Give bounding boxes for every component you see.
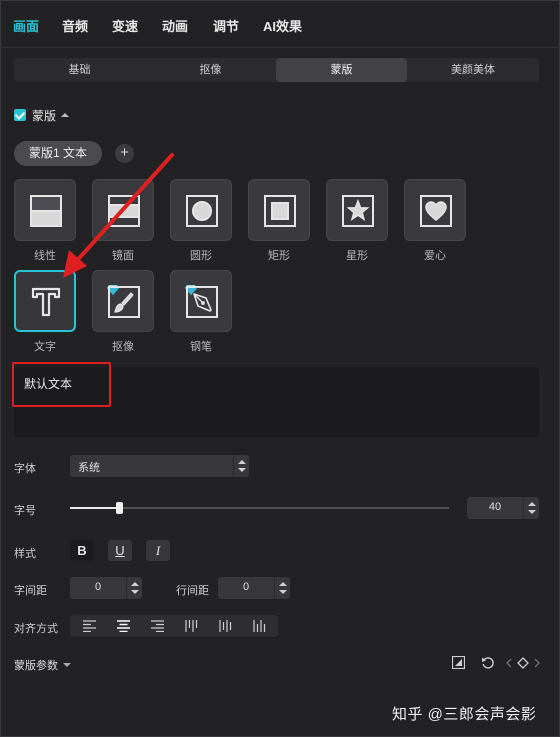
vertical-center-icon <box>219 620 232 632</box>
star-mask-icon <box>342 195 374 227</box>
tab-adjust[interactable]: 调节 <box>213 16 239 35</box>
watermark: 知乎 @三郎会声会影 <box>392 706 537 723</box>
shape-heart-button[interactable] <box>404 179 466 241</box>
chevron-down-icon <box>238 468 246 472</box>
vertical-bottom-button[interactable] <box>242 615 276 637</box>
shape-rectangle-label: 矩形 <box>268 250 290 262</box>
mask-section-label: 蒙版 <box>32 108 57 123</box>
style-label: 样式 <box>14 548 36 560</box>
brush-mask-icon <box>108 286 140 318</box>
vertical-bottom-icon <box>253 620 266 632</box>
bold-button[interactable]: B <box>70 540 94 561</box>
tab-speed[interactable]: 变速 <box>112 16 138 35</box>
alignment-label: 对齐方式 <box>14 623 58 635</box>
sub-tab-bar: 基础 抠像 蒙版 美颜美体 <box>14 58 539 82</box>
chevron-down-icon <box>131 590 139 594</box>
vertical-center-button[interactable] <box>208 615 242 637</box>
mask-checkbox[interactable] <box>14 109 26 121</box>
char-spacing-label: 字间距 <box>14 585 47 597</box>
font-stepper[interactable] <box>233 455 249 477</box>
top-tab-bar: 画面 音频 变速 动画 调节 AI效果 <box>0 0 560 48</box>
tab-picture[interactable]: 画面 <box>13 16 39 35</box>
vertical-top-button[interactable] <box>174 615 208 637</box>
subtab-mask[interactable]: 蒙版 <box>276 58 407 82</box>
font-select-value: 系统 <box>78 462 100 474</box>
circle-mask-icon <box>186 195 218 227</box>
char-spacing-stepper[interactable] <box>126 577 142 599</box>
size-slider-fill <box>70 507 120 509</box>
size-label: 字号 <box>14 505 36 517</box>
mask-params-label: 蒙版参数 <box>14 660 58 672</box>
char-spacing-input[interactable]: 0 <box>70 577 142 599</box>
shape-star-button[interactable] <box>326 179 388 241</box>
chevron-up-icon <box>279 582 287 586</box>
subtab-cutout[interactable]: 抠像 <box>145 58 276 82</box>
vertical-top-icon <box>185 620 198 632</box>
tab-audio[interactable]: 音频 <box>62 16 88 35</box>
underline-button[interactable]: U <box>108 540 132 561</box>
size-slider[interactable] <box>70 502 449 514</box>
shape-brush-label: 抠像 <box>112 341 134 353</box>
caret-down-icon <box>63 663 71 667</box>
shape-rectangle-button[interactable] <box>248 179 310 241</box>
heart-mask-icon <box>420 195 452 227</box>
annotation-arrow-icon <box>63 153 174 278</box>
subtab-beauty[interactable]: 美颜美体 <box>407 58 539 82</box>
mask-section-header[interactable]: 蒙版 <box>14 106 70 124</box>
shape-pen-label: 钢笔 <box>190 341 212 353</box>
chevron-up-icon <box>238 460 246 464</box>
size-input[interactable]: 40 <box>467 497 539 519</box>
line-spacing-input[interactable]: 0 <box>218 577 290 599</box>
invert-mask-icon[interactable] <box>452 656 465 669</box>
font-select[interactable]: 系统 <box>70 455 249 477</box>
chevron-up-icon <box>131 582 139 586</box>
collapse-caret-icon[interactable] <box>61 113 70 117</box>
subtab-basic[interactable]: 基础 <box>14 58 145 82</box>
reset-icon[interactable] <box>481 656 495 670</box>
align-left-button[interactable] <box>72 615 106 637</box>
size-slider-thumb[interactable] <box>116 502 124 514</box>
mask-params-toggle[interactable]: 蒙版参数 <box>14 657 71 673</box>
chevron-down-icon <box>528 510 536 514</box>
line-spacing-label: 行间距 <box>176 585 209 597</box>
align-left-icon <box>83 620 96 632</box>
rectangle-mask-icon <box>264 195 296 227</box>
tab-ai-effects[interactable]: AI效果 <box>263 16 302 35</box>
shape-star-label: 星形 <box>346 250 368 262</box>
keyframe-nav-icon[interactable] <box>506 656 540 670</box>
alignment-group <box>70 615 278 637</box>
shape-text-label: 文字 <box>34 341 56 353</box>
chevron-down-icon <box>279 590 287 594</box>
text-mask-icon <box>31 287 61 317</box>
align-right-button[interactable] <box>140 615 174 637</box>
align-right-icon <box>151 620 164 632</box>
font-label: 字体 <box>14 463 36 475</box>
italic-button[interactable]: I <box>146 540 170 561</box>
line-spacing-stepper[interactable] <box>274 577 290 599</box>
align-center-button[interactable] <box>106 615 140 637</box>
pen-mask-icon <box>186 286 218 318</box>
shape-heart-label: 爱心 <box>424 250 446 262</box>
chevron-up-icon <box>528 502 536 506</box>
tab-animation[interactable]: 动画 <box>162 16 188 35</box>
align-center-icon <box>117 620 130 632</box>
size-stepper[interactable] <box>523 497 539 519</box>
annotation-highlight-box <box>12 362 111 407</box>
